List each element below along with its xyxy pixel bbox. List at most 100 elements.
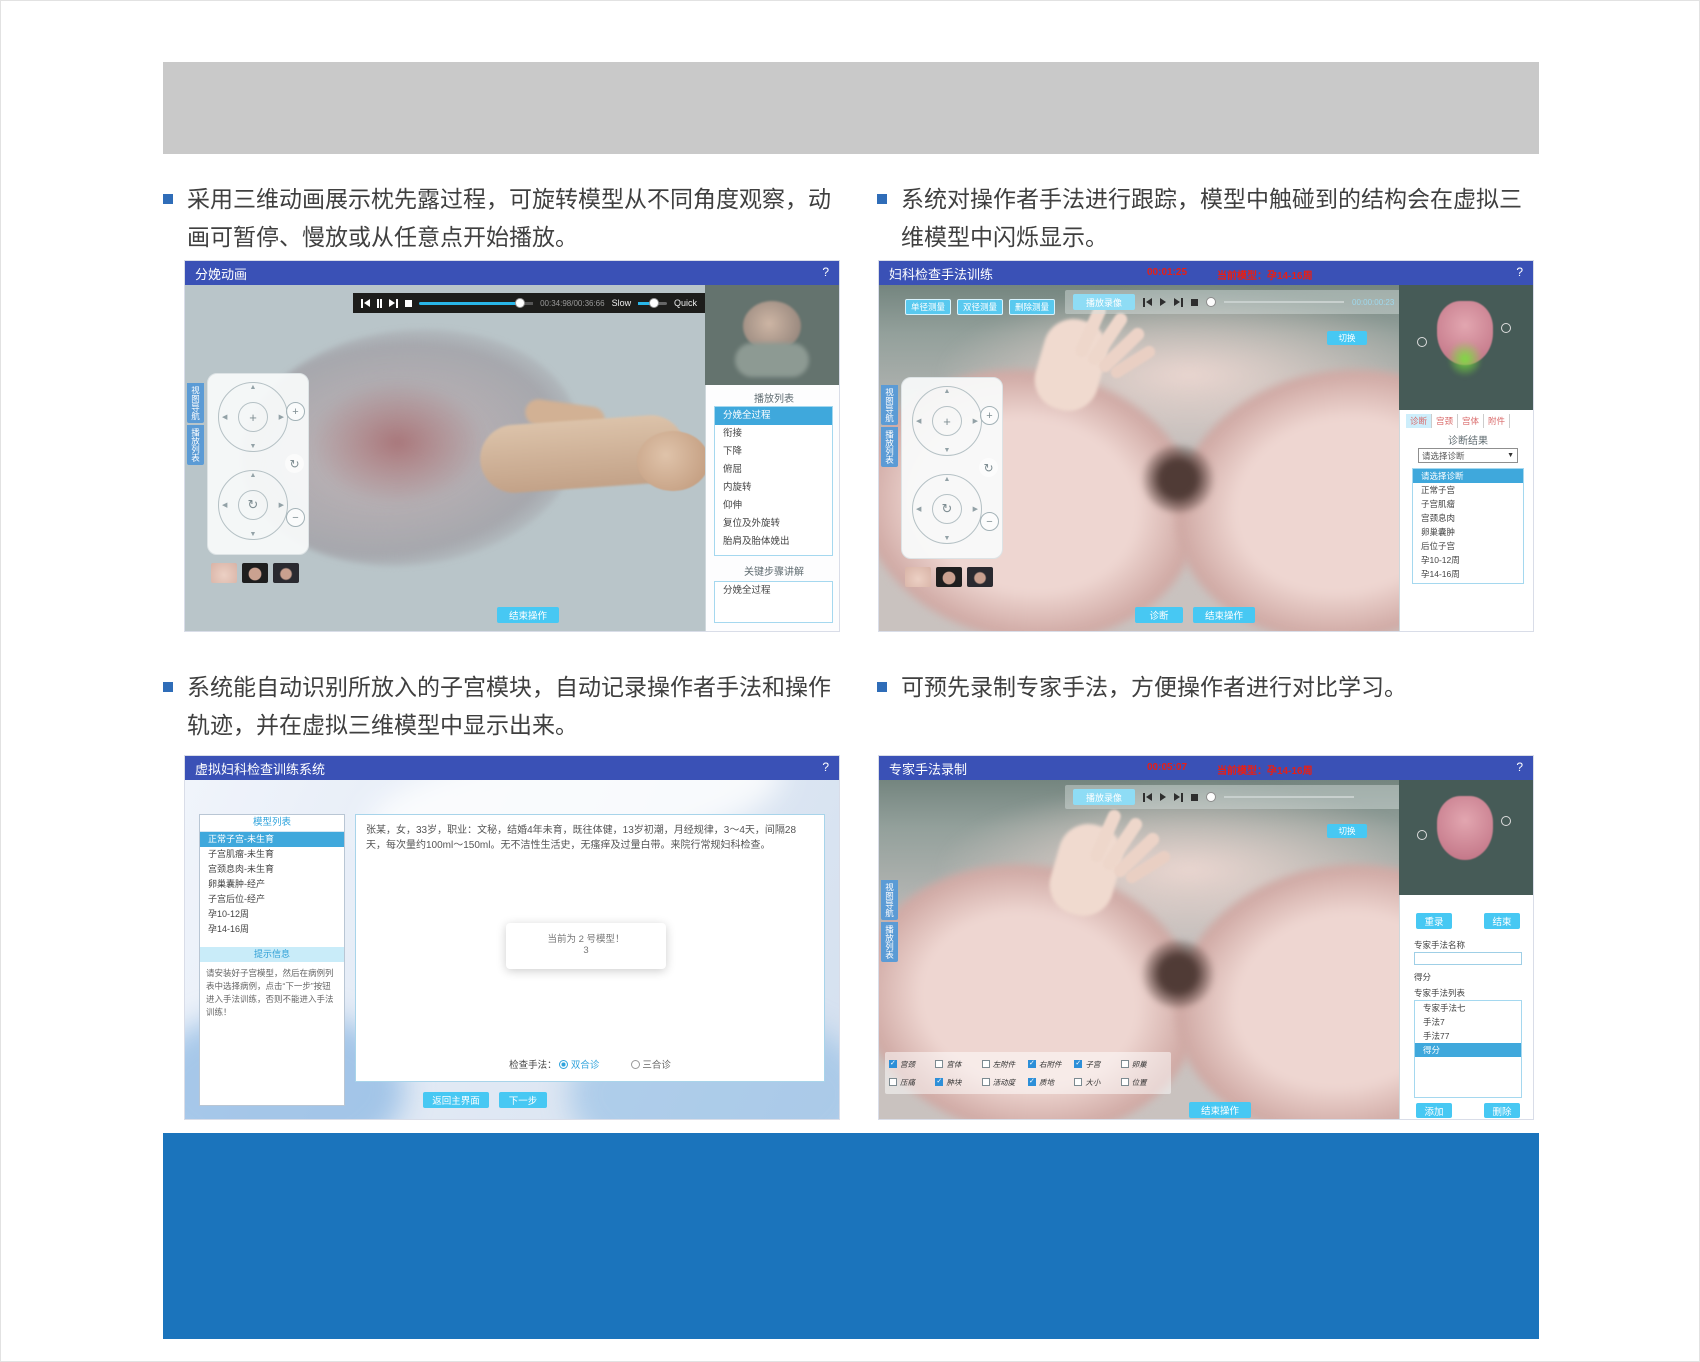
progress-slider[interactable] bbox=[419, 302, 519, 305]
view-thumbnail[interactable] bbox=[242, 563, 268, 583]
help-icon[interactable]: ? bbox=[822, 265, 829, 279]
model-item[interactable]: 卵巢囊肿-经产 bbox=[200, 877, 344, 892]
structure-checkbox[interactable]: 压痛 bbox=[889, 1073, 935, 1091]
tab-diagnosis[interactable]: 诊断 bbox=[1406, 414, 1432, 428]
pan-icon[interactable]: + bbox=[932, 406, 962, 436]
diagnosis-item[interactable]: 孕10-12周 bbox=[1413, 553, 1523, 567]
playlist-item[interactable]: 分娩全过程 bbox=[715, 407, 832, 425]
double-measure-button[interactable]: 双径测量 bbox=[957, 299, 1003, 315]
progress-slider[interactable] bbox=[1224, 301, 1344, 303]
switch-view-button[interactable]: 切换 bbox=[1327, 824, 1367, 838]
single-measure-button[interactable]: 单径测量 bbox=[905, 299, 951, 315]
zoom-in-button[interactable]: + bbox=[980, 406, 999, 425]
model-item[interactable]: 子宫肌瘤-未生育 bbox=[200, 847, 344, 862]
pan-icon[interactable]: + bbox=[238, 402, 268, 432]
checkbox-icon[interactable] bbox=[1028, 1060, 1036, 1068]
maneuver-item[interactable]: 得分 bbox=[1415, 1043, 1521, 1057]
tab-playlist[interactable]: 播放列表 bbox=[881, 922, 898, 962]
tab-uterus-body[interactable]: 宫体 bbox=[1458, 414, 1484, 428]
play-icon[interactable] bbox=[1160, 298, 1166, 306]
switch-view-button[interactable]: 切换 bbox=[1327, 331, 1367, 345]
structure-checkbox[interactable]: 卵巢 bbox=[1121, 1055, 1167, 1073]
playlist-item[interactable]: 胎肩及胎体娩出 bbox=[715, 533, 832, 551]
diagnosis-dropdown[interactable]: 请选择诊断 ▼ bbox=[1418, 448, 1518, 463]
zoom-out-button[interactable]: − bbox=[980, 512, 999, 531]
play-icon[interactable] bbox=[1160, 793, 1166, 801]
playlist-item[interactable]: 衔接 bbox=[715, 425, 832, 443]
help-icon[interactable]: ? bbox=[822, 760, 829, 774]
structure-checkbox[interactable]: 活动度 bbox=[982, 1073, 1028, 1091]
playlist-item[interactable]: 内旋转 bbox=[715, 479, 832, 497]
skip-back-icon[interactable] bbox=[1143, 793, 1152, 802]
next-step-button[interactable]: 下一步 bbox=[499, 1092, 547, 1108]
maneuver-item[interactable]: 手法7 bbox=[1415, 1015, 1521, 1029]
structure-checkbox[interactable]: 宫体 bbox=[935, 1055, 981, 1073]
diagnosis-item[interactable]: 请选择诊断 bbox=[1413, 469, 1523, 483]
diagnosis-item[interactable]: 宫颈息肉 bbox=[1413, 511, 1523, 525]
tab-view-navigation[interactable]: 视图导航 bbox=[187, 383, 204, 423]
structure-checkbox[interactable]: 子宫 bbox=[1074, 1055, 1120, 1073]
progress-knob[interactable] bbox=[1206, 297, 1216, 307]
checkbox-icon[interactable] bbox=[1121, 1078, 1129, 1086]
structure-checkbox[interactable]: 宫颈 bbox=[889, 1055, 935, 1073]
model-item[interactable]: 正常子宫-未生育 bbox=[200, 832, 344, 847]
checkbox-icon[interactable] bbox=[1074, 1060, 1082, 1068]
structure-checkbox[interactable]: 大小 bbox=[1074, 1073, 1120, 1091]
checkbox-icon[interactable] bbox=[935, 1060, 943, 1068]
view-thumbnail[interactable] bbox=[967, 567, 993, 587]
tab-cervix[interactable]: 宫颈 bbox=[1432, 414, 1458, 428]
reset-view-button[interactable]: ↻ bbox=[285, 454, 304, 473]
pause-icon[interactable] bbox=[377, 299, 382, 308]
checkbox-icon[interactable] bbox=[982, 1060, 990, 1068]
skip-forward-icon[interactable] bbox=[1174, 793, 1183, 802]
pan-dpad[interactable]: ▲▼◀▶ + bbox=[218, 382, 288, 452]
checkbox-icon[interactable] bbox=[1121, 1060, 1129, 1068]
skip-back-icon[interactable] bbox=[1143, 298, 1152, 307]
model-item[interactable]: 子宫后位-经产 bbox=[200, 892, 344, 907]
checkbox-icon[interactable] bbox=[982, 1078, 990, 1086]
zoom-in-button[interactable]: + bbox=[286, 402, 305, 421]
skip-forward-icon[interactable] bbox=[1174, 298, 1183, 307]
play-recording-button[interactable]: 播放录像 bbox=[1073, 789, 1135, 805]
finish-button[interactable]: 结束 bbox=[1484, 913, 1520, 929]
tab-view-navigation[interactable]: 视图导航 bbox=[881, 880, 898, 920]
diagnosis-item[interactable]: 子宫肌瘤 bbox=[1413, 497, 1523, 511]
model-item[interactable]: 宫颈息肉-未生育 bbox=[200, 862, 344, 877]
stop-icon[interactable] bbox=[1191, 794, 1198, 801]
delete-measure-button[interactable]: 删除测量 bbox=[1009, 299, 1055, 315]
diagnosis-item[interactable]: 卵巢囊肿 bbox=[1413, 525, 1523, 539]
uterus-view-thumbnail[interactable] bbox=[1399, 285, 1533, 410]
rotate-icon[interactable]: ↻ bbox=[932, 494, 962, 524]
reset-view-button[interactable]: ↻ bbox=[979, 458, 998, 477]
playlist-item[interactable]: 俯屈 bbox=[715, 461, 832, 479]
speed-knob[interactable] bbox=[649, 298, 659, 308]
playlist-item[interactable]: 下降 bbox=[715, 443, 832, 461]
keysteps-item[interactable]: 分娩全过程 bbox=[715, 582, 832, 600]
structure-checkbox[interactable]: 质地 bbox=[1028, 1073, 1074, 1091]
tab-playlist[interactable]: 播放列表 bbox=[187, 425, 204, 465]
speed-slider[interactable] bbox=[638, 302, 667, 305]
structure-checkbox[interactable]: 右附件 bbox=[1028, 1055, 1074, 1073]
rerecord-button[interactable]: 重录 bbox=[1416, 913, 1452, 929]
stop-icon[interactable] bbox=[405, 300, 412, 307]
progress-knob[interactable] bbox=[515, 298, 525, 308]
help-icon[interactable]: ? bbox=[1516, 760, 1523, 774]
rotate-dpad[interactable]: ▲▼◀▶ ↻ bbox=[912, 474, 982, 544]
add-button[interactable]: 添加 bbox=[1416, 1103, 1452, 1118]
progress-slider[interactable] bbox=[1224, 796, 1354, 798]
back-button[interactable]: 返回主界面 bbox=[423, 1092, 489, 1108]
playlist-item[interactable]: 仰伸 bbox=[715, 497, 832, 515]
end-operation-button[interactable]: 结束操作 bbox=[1189, 1102, 1251, 1118]
playlist-item[interactable]: 复位及外旋转 bbox=[715, 515, 832, 533]
help-icon[interactable]: ? bbox=[1516, 265, 1523, 279]
maneuver-item[interactable]: 手法77 bbox=[1415, 1029, 1521, 1043]
checkbox-icon[interactable] bbox=[889, 1060, 897, 1068]
uterus-view-thumbnail[interactable] bbox=[1399, 780, 1533, 895]
view-thumbnail[interactable] bbox=[211, 563, 237, 583]
model-item[interactable]: 孕10-12周 bbox=[200, 907, 344, 922]
tab-adnexa[interactable]: 附件 bbox=[1484, 414, 1510, 428]
play-recording-button[interactable]: 播放录像 bbox=[1073, 294, 1135, 310]
end-operation-button[interactable]: 结束操作 bbox=[497, 607, 559, 623]
diagnosis-item[interactable]: 孕14-16周 bbox=[1413, 567, 1523, 581]
view-thumbnail[interactable] bbox=[905, 567, 931, 587]
